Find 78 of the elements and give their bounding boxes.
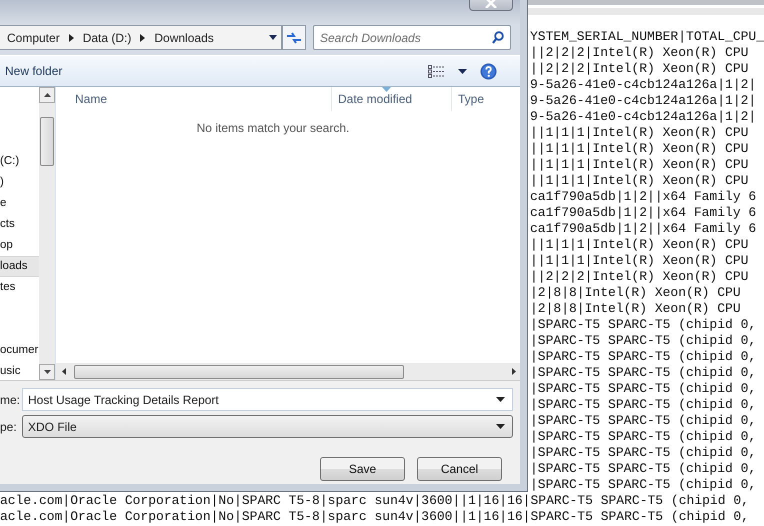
up-arrow-icon: [44, 93, 50, 97]
nav-item[interactable]: ): [0, 172, 39, 193]
breadcrumb-item[interactable]: Data (D:): [82, 30, 132, 44]
view-list-icon[interactable]: [428, 64, 445, 78]
file-name-field[interactable]: Host Usage Tracking Details Report: [22, 388, 513, 411]
nav-item[interactable]: ocumer: [0, 340, 39, 361]
text-line: 9-5a26-41e0-c4cb124a126a|1|2|: [530, 93, 758, 109]
search-icon: [492, 31, 504, 44]
scroll-thumb[interactable]: [74, 364, 404, 378]
nav-item[interactable]: e: [0, 193, 39, 214]
breadcrumb-item[interactable]: Downloads: [154, 30, 214, 44]
dialog-button[interactable]: Save: [320, 457, 405, 481]
refresh-icon: [286, 30, 302, 44]
empty-message: No items match your search.: [196, 121, 350, 137]
chevron-icon: [68, 34, 74, 42]
search-field[interactable]: Search Downloads: [313, 25, 511, 50]
text-line: |SPARC-T5 SPARC-T5 (chipid 0,: [530, 365, 758, 381]
text-line: 9-5a26-41e0-c4cb124a126a|1|2|: [530, 77, 758, 93]
text-line: ca1f790a5db|1|2||x64 Family 6: [530, 221, 758, 237]
column-header[interactable]: Type: [451, 87, 511, 111]
file-type-dropdown[interactable]: XDO File: [22, 415, 513, 438]
text-line: |SPARC-T5 SPARC-T5 (chipid 0,: [530, 445, 758, 461]
text-line: |SPARC-T5 SPARC-T5 (chipid 0,: [530, 397, 758, 413]
nav-item[interactable]: loads: [0, 256, 39, 277]
text-line: ||1|1|1|Intel(R) Xeon(R) CPU: [530, 141, 750, 157]
nav-item[interactable]: (C:): [0, 151, 39, 172]
field-label: me:: [0, 392, 22, 406]
caret-icon: [496, 397, 505, 402]
close-icon: [485, 0, 497, 8]
text-line: ca1f790a5db|1|2||x64 Family 6: [530, 205, 758, 221]
scroll-up-button[interactable]: [39, 87, 55, 103]
nav-item[interactable]: usic: [0, 361, 39, 382]
chevron-icon: [140, 34, 146, 42]
text-line: |SPARC-T5 SPARC-T5 (chipid 0,: [530, 333, 758, 349]
text-line: |SPARC-T5 SPARC-T5 (chipid 0,: [530, 413, 758, 429]
text-line: ||1|1|1|Intel(R) Xeon(R) CPU: [530, 237, 750, 253]
dialog-button[interactable]: Cancel: [417, 457, 502, 481]
text-line: |SPARC-T5 SPARC-T5 (chipid 0,: [530, 461, 758, 477]
horizontal-scrollbar[interactable]: [56, 363, 520, 380]
text-line: ||2|2|2|Intel(R) Xeon(R) CPU: [530, 45, 750, 61]
column-header[interactable]: Name: [56, 87, 331, 111]
column-header[interactable]: Date modified: [331, 87, 451, 111]
breadcrumb-item[interactable]: Computer: [7, 30, 60, 44]
scroll-thumb[interactable]: [40, 117, 54, 166]
text-line: ||1|1|1|Intel(R) Xeon(R) CPU: [530, 253, 750, 269]
caret-icon[interactable]: [458, 68, 467, 74]
nav-item[interactable]: tes: [0, 277, 39, 298]
caret-icon: [496, 424, 505, 429]
down-arrow-icon: [44, 370, 50, 374]
text-line: ||2|2|2|Intel(R) Xeon(R) CPU: [530, 61, 750, 77]
text-line: |2|8|8|Intel(R) Xeon(R) CPU: [530, 285, 742, 301]
text-line: |2|8|8|Intel(R) Xeon(R) CPU: [530, 301, 742, 317]
text-line: |SPARC-T5 SPARC-T5 (chipid 0,: [530, 429, 758, 445]
text-line: |SPARC-T5 SPARC-T5 (chipid 0,: [530, 477, 758, 493]
text-line: acle.com|Oracle Corporation|No|SPARC T5-8|sparc sun4v|3600||1|16|16|SPARC-T5 SPARC-T5 (chipid 0,: [0, 493, 750, 509]
text-line: YSTEM_SERIAL_NUMBER|TOTAL_CPU_: [530, 29, 764, 45]
text-line: ||1|1|1|Intel(R) Xeon(R) CPU: [530, 125, 750, 141]
nav-item[interactable]: op: [0, 235, 39, 256]
text-line: |SPARC-T5 SPARC-T5 (chipid 0,: [530, 349, 758, 365]
text-line: ||1|1|1|Intel(R) Xeon(R) CPU: [530, 173, 750, 189]
help-icon[interactable]: [480, 62, 497, 80]
text-line: |SPARC-T5 SPARC-T5 (chipid 0,: [530, 381, 758, 397]
scroll-down-button[interactable]: [39, 364, 55, 380]
vertical-scrollbar[interactable]: [39, 87, 55, 380]
text-line: |SPARC-T5 SPARC-T5 (chipid 0,: [530, 317, 758, 333]
field-label: pe:: [0, 420, 18, 434]
text-line: ca1f790a5db|1|2||x64 Family 6: [530, 189, 758, 205]
caret-icon[interactable]: [269, 35, 277, 40]
text-line: 9-5a26-41e0-c4cb124a126a|1|2|: [530, 109, 758, 125]
text-line: acle.com|Oracle Corporation|No|SPARC T5-8|sparc sun4v|3600||1|16|16|SPARC-T5 SPARC-T5 (chipid 0,: [0, 509, 750, 525]
address-bar[interactable]: Computer Data (D:) Downloads: [0, 25, 282, 50]
right-arrow-icon[interactable]: [512, 368, 516, 375]
text-line: ||2|2|2|Intel(R) Xeon(R) CPU: [530, 269, 750, 285]
new-folder-button[interactable]: New folder: [0, 64, 68, 78]
nav-item[interactable]: cts: [0, 214, 39, 235]
left-arrow-icon[interactable]: [62, 368, 66, 375]
text-line: ||1|1|1|Intel(R) Xeon(R) CPU: [530, 157, 750, 173]
refresh-button[interactable]: [282, 25, 306, 50]
